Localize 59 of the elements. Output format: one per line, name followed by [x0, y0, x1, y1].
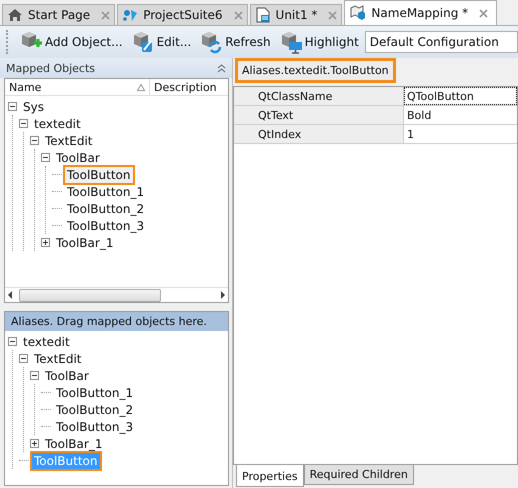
- horizontal-scrollbar[interactable]: [5, 287, 228, 302]
- property-value[interactable]: 1: [404, 125, 517, 143]
- document-tab[interactable]: NameMapping *: [344, 0, 498, 25]
- property-name: QtIndex: [234, 125, 404, 143]
- toolbar-button[interactable]: Highlight: [276, 28, 361, 56]
- house-icon: [7, 7, 23, 23]
- tree-item[interactable]: TextEdit: [30, 348, 86, 368]
- tree-item[interactable]: ToolButton: [63, 164, 135, 184]
- panel-tab[interactable]: Properties: [236, 465, 304, 487]
- sort-icon: [137, 84, 145, 90]
- toolbar-button[interactable]: Edit...: [128, 28, 194, 56]
- map-cube-icon: [350, 5, 366, 21]
- column-header[interactable]: Name: [5, 79, 150, 95]
- property-name: QtClassName: [234, 87, 404, 105]
- panel-title: Mapped Objects: [6, 62, 95, 74]
- tree-item[interactable]: ToolBar_1: [41, 434, 106, 454]
- scroll-left-icon[interactable]: [7, 291, 13, 299]
- column-header[interactable]: Description: [150, 79, 228, 95]
- tree-item[interactable]: Sys: [19, 96, 48, 116]
- tree-item[interactable]: textedit: [19, 332, 74, 352]
- close-icon[interactable]: [479, 8, 488, 18]
- collapse-icon[interactable]: [30, 136, 39, 145]
- collapse-icon[interactable]: [30, 371, 39, 380]
- document-tab[interactable]: Unit1 *: [250, 4, 342, 25]
- tree-item[interactable]: textedit: [30, 114, 85, 134]
- tree-item[interactable]: ToolButton_2: [52, 400, 138, 420]
- tree-item[interactable]: ToolButton_1: [52, 382, 138, 402]
- app-logo-icon: [122, 7, 138, 23]
- collapse-icon[interactable]: [41, 153, 50, 162]
- collapse-icon[interactable]: [19, 119, 28, 128]
- collapse-icon[interactable]: [8, 102, 17, 111]
- panel-header: Aliases. Drag mapped objects here.: [5, 312, 228, 331]
- property-name: QtText: [234, 106, 404, 124]
- tree-item[interactable]: TextEdit: [41, 130, 97, 150]
- scroll-right-icon[interactable]: [220, 291, 226, 299]
- configuration-dropdown[interactable]: Default Configuration: [364, 31, 518, 53]
- column-title: Name: [9, 80, 42, 94]
- tree-item[interactable]: ToolBar_1: [52, 232, 118, 252]
- tree-item[interactable]: ToolButton_2: [63, 198, 148, 218]
- expand-icon[interactable]: [30, 439, 39, 448]
- tree-item[interactable]: ToolButton_1: [63, 182, 148, 202]
- tree-item[interactable]: ToolButton_3: [63, 216, 148, 236]
- collapse-panel-icon[interactable]: [217, 64, 226, 72]
- panel-tab[interactable]: Required Children: [304, 465, 414, 485]
- expand-icon[interactable]: [41, 238, 50, 247]
- collapse-icon[interactable]: [8, 337, 17, 346]
- document-icon: [254, 7, 271, 23]
- document-tab[interactable]: ProjectSuite6: [117, 4, 248, 25]
- tree-item[interactable]: ToolBar: [52, 148, 104, 168]
- property-value[interactable]: Bold: [404, 106, 517, 124]
- object-path: Aliases.textedit.ToolButton: [235, 58, 396, 83]
- toolbar-button[interactable]: Add Object...: [17, 28, 125, 56]
- tree-item[interactable]: ToolBar: [41, 366, 93, 386]
- toolbar-button[interactable]: Refresh: [197, 28, 273, 56]
- property-value[interactable]: QToolButton: [404, 87, 517, 105]
- collapse-icon[interactable]: [19, 354, 28, 363]
- tree-item[interactable]: ToolButton_3: [52, 416, 138, 436]
- cube-refresh-icon: [199, 30, 224, 54]
- document-tab[interactable]: Start Page: [2, 4, 116, 25]
